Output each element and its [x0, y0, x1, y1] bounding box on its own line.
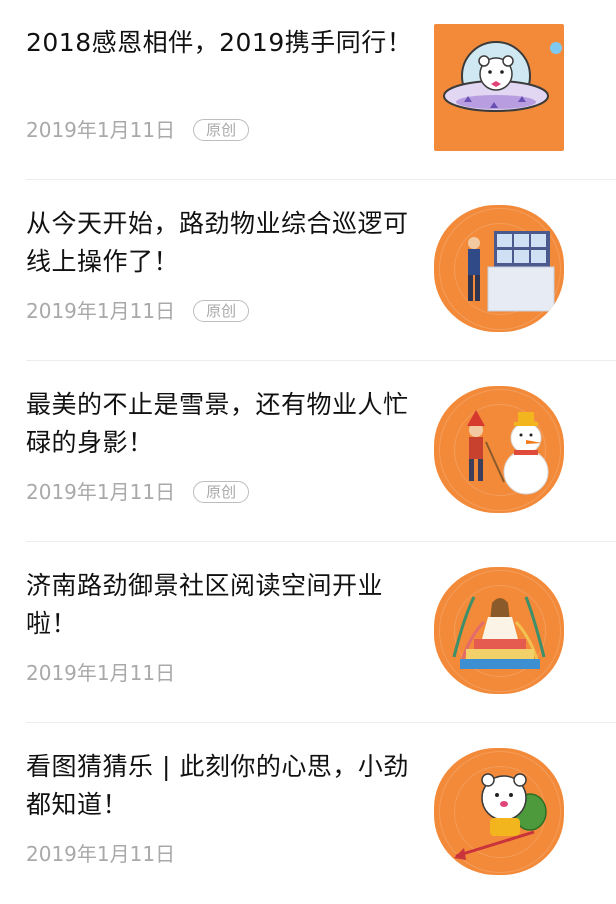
article-title[interactable]: 2018感恩相伴，2019携手同行！: [26, 24, 416, 62]
article-item[interactable]: 最美的不止是雪景，还有物业人忙碌的身影！ 2019年1月11日 原创: [0, 362, 616, 542]
article-meta: 2019年1月11日: [26, 840, 175, 868]
article-title[interactable]: 最美的不止是雪景，还有物业人忙碌的身影！: [26, 386, 416, 462]
article-date: 2019年1月11日: [26, 842, 176, 866]
original-badge: 原创: [193, 481, 250, 503]
security-monitor-illustration[interactable]: [434, 205, 564, 332]
article-date: 2019年1月11日: [26, 118, 176, 142]
list-divider: [26, 722, 616, 723]
article-meta: 2019年1月11日 原创: [26, 297, 250, 325]
article-date: 2019年1月11日: [26, 299, 176, 323]
list-divider: [26, 541, 616, 542]
original-badge: 原创: [193, 300, 250, 322]
article-title[interactable]: 从今天开始，路劲物业综合巡逻可线上操作了！: [26, 205, 416, 281]
reading-girl-illustration[interactable]: [434, 567, 564, 694]
article-item[interactable]: 2018感恩相伴，2019携手同行！ 2019年1月11日 原创: [0, 0, 616, 180]
article-meta: 2019年1月11日 原创: [26, 116, 250, 144]
cupid-bear-illustration[interactable]: [434, 748, 564, 875]
article-item[interactable]: 济南路劲御景社区阅读空间开业啦！ 2019年1月11日: [0, 543, 616, 723]
original-badge: 原创: [193, 119, 250, 141]
article-title[interactable]: 济南路劲御景社区阅读空间开业啦！: [26, 567, 416, 643]
article-meta: 2019年1月11日 原创: [26, 478, 250, 506]
article-date: 2019年1月11日: [26, 661, 176, 685]
list-divider: [26, 179, 616, 180]
list-divider: [26, 360, 616, 361]
article-item[interactable]: 看图猜猜乐 | 此刻你的心思，小劲都知道！ 2019年1月11日: [0, 724, 616, 904]
article-date: 2019年1月11日: [26, 480, 176, 504]
snowman-sweeper-illustration[interactable]: [434, 386, 564, 513]
ufo-bear-illustration[interactable]: [434, 24, 564, 151]
article-meta: 2019年1月11日: [26, 659, 175, 687]
article-list: 2018感恩相伴，2019携手同行！ 2019年1月11日 原创 从今天开始，路…: [0, 0, 616, 900]
article-item[interactable]: 从今天开始，路劲物业综合巡逻可线上操作了！ 2019年1月11日 原创: [0, 181, 616, 361]
article-title[interactable]: 看图猜猜乐 | 此刻你的心思，小劲都知道！: [26, 748, 416, 824]
